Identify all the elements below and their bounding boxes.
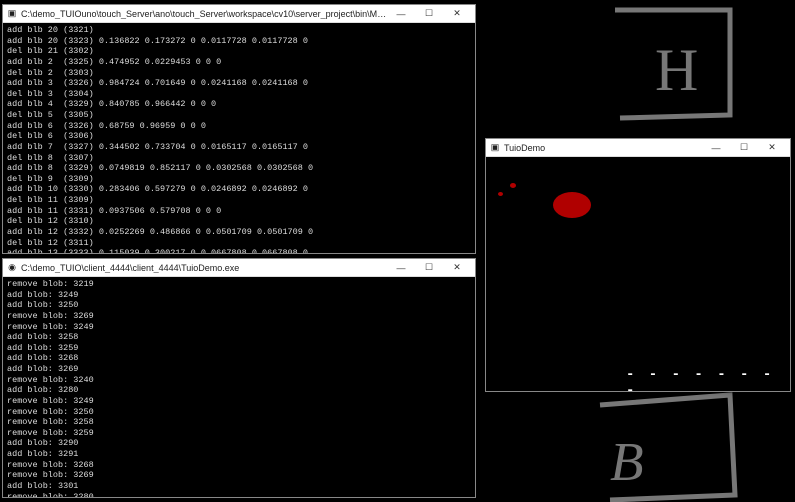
maximize-button[interactable]: ☐ xyxy=(415,6,443,22)
dashes-overlay: - - - - - - - - xyxy=(626,367,790,391)
server-titlebar[interactable]: ▣ C:\demo_TUIOuno\touch_Server\ano\touch… xyxy=(3,5,475,23)
server-console-window: ▣ C:\demo_TUIOuno\touch_Server\ano\touch… xyxy=(2,4,476,254)
tuio-canvas[interactable]: - - - - - - - - xyxy=(486,157,790,391)
client-console-output: remove blob: 3219 add blob: 3249 add blo… xyxy=(3,277,475,497)
maximize-button[interactable]: ☐ xyxy=(415,260,443,276)
server-title-text: C:\demo_TUIOuno\touch_Server\ano\touch_S… xyxy=(21,9,387,19)
maximize-button[interactable]: ☐ xyxy=(730,140,758,156)
server-window-controls: — ☐ ✕ xyxy=(387,6,471,22)
client-console-window: ◉ C:\demo_TUIO\client_4444\client_4444\T… xyxy=(2,258,476,498)
minimize-button[interactable]: — xyxy=(702,140,730,156)
tuio-title-text: TuioDemo xyxy=(504,143,702,153)
tuio-titlebar[interactable]: ▣ TuioDemo — ☐ ✕ xyxy=(486,139,790,157)
touch-blob xyxy=(498,192,503,196)
touch-blob xyxy=(510,183,516,188)
tuio-demo-window: ▣ TuioDemo — ☐ ✕ - - - - - - - - xyxy=(485,138,791,392)
client-window-controls: — ☐ ✕ xyxy=(387,260,471,276)
app-icon: ▣ xyxy=(7,9,17,19)
minimize-button[interactable]: — xyxy=(387,6,415,22)
client-title-text: C:\demo_TUIO\client_4444\client_4444\Tui… xyxy=(21,263,387,273)
sketch-letter-b: B xyxy=(610,431,644,492)
client-titlebar[interactable]: ◉ C:\demo_TUIO\client_4444\client_4444\T… xyxy=(3,259,475,277)
minimize-button[interactable]: — xyxy=(387,260,415,276)
close-button[interactable]: ✕ xyxy=(443,260,471,276)
touch-blob xyxy=(553,192,591,218)
server-console-output: add blb 20 (3321) add blb 20 (3323) 0.13… xyxy=(3,23,475,253)
tuio-window-controls: — ☐ ✕ xyxy=(702,140,786,156)
app-icon: ▣ xyxy=(490,143,500,153)
sketch-letter-h: H xyxy=(655,37,698,103)
close-button[interactable]: ✕ xyxy=(443,6,471,22)
app-icon: ◉ xyxy=(7,263,17,273)
close-button[interactable]: ✕ xyxy=(758,140,786,156)
